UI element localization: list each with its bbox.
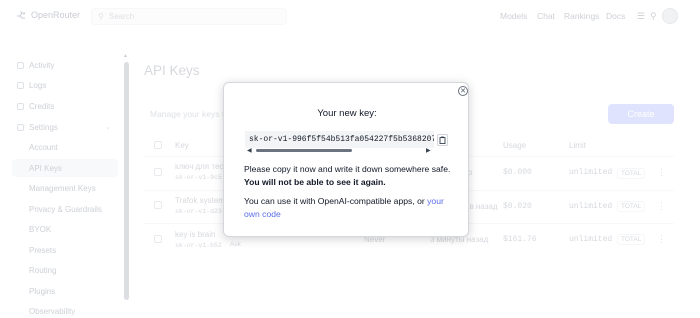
warning-text: Please copy it now and write it down som… bbox=[244, 163, 454, 188]
scrollbar-thumb[interactable] bbox=[256, 149, 352, 152]
copy-icon[interactable] bbox=[437, 134, 448, 146]
clipboard-icon bbox=[439, 136, 446, 144]
warning-text-normal: Please copy it now and write it down som… bbox=[244, 164, 451, 174]
close-icon[interactable]: ✕ bbox=[458, 86, 468, 96]
usage-hint-text: You can use it with OpenAI-compatible ap… bbox=[244, 195, 454, 220]
dialog-title: Your new key: bbox=[317, 108, 377, 119]
scroll-right-arrow-icon[interactable]: ▶ bbox=[426, 147, 431, 154]
usage-hint-normal: You can use it with OpenAI-compatible ap… bbox=[244, 196, 428, 206]
new-key-dialog: ✕ Your new key: sk-or-v1-996f5f54b513fa0… bbox=[223, 82, 469, 237]
scroll-left-arrow-icon[interactable]: ◀ bbox=[247, 147, 252, 154]
key-horizontal-scrollbar[interactable]: ◀ ▶ bbox=[245, 147, 431, 154]
api-key-value: sk-or-v1-996f5f54b513fa054227f5b53682070… bbox=[249, 135, 434, 144]
api-key-field[interactable]: sk-or-v1-996f5f54b513fa054227f5b53682070… bbox=[245, 131, 434, 148]
warning-text-bold: You will not be able to see it again. bbox=[244, 176, 386, 187]
